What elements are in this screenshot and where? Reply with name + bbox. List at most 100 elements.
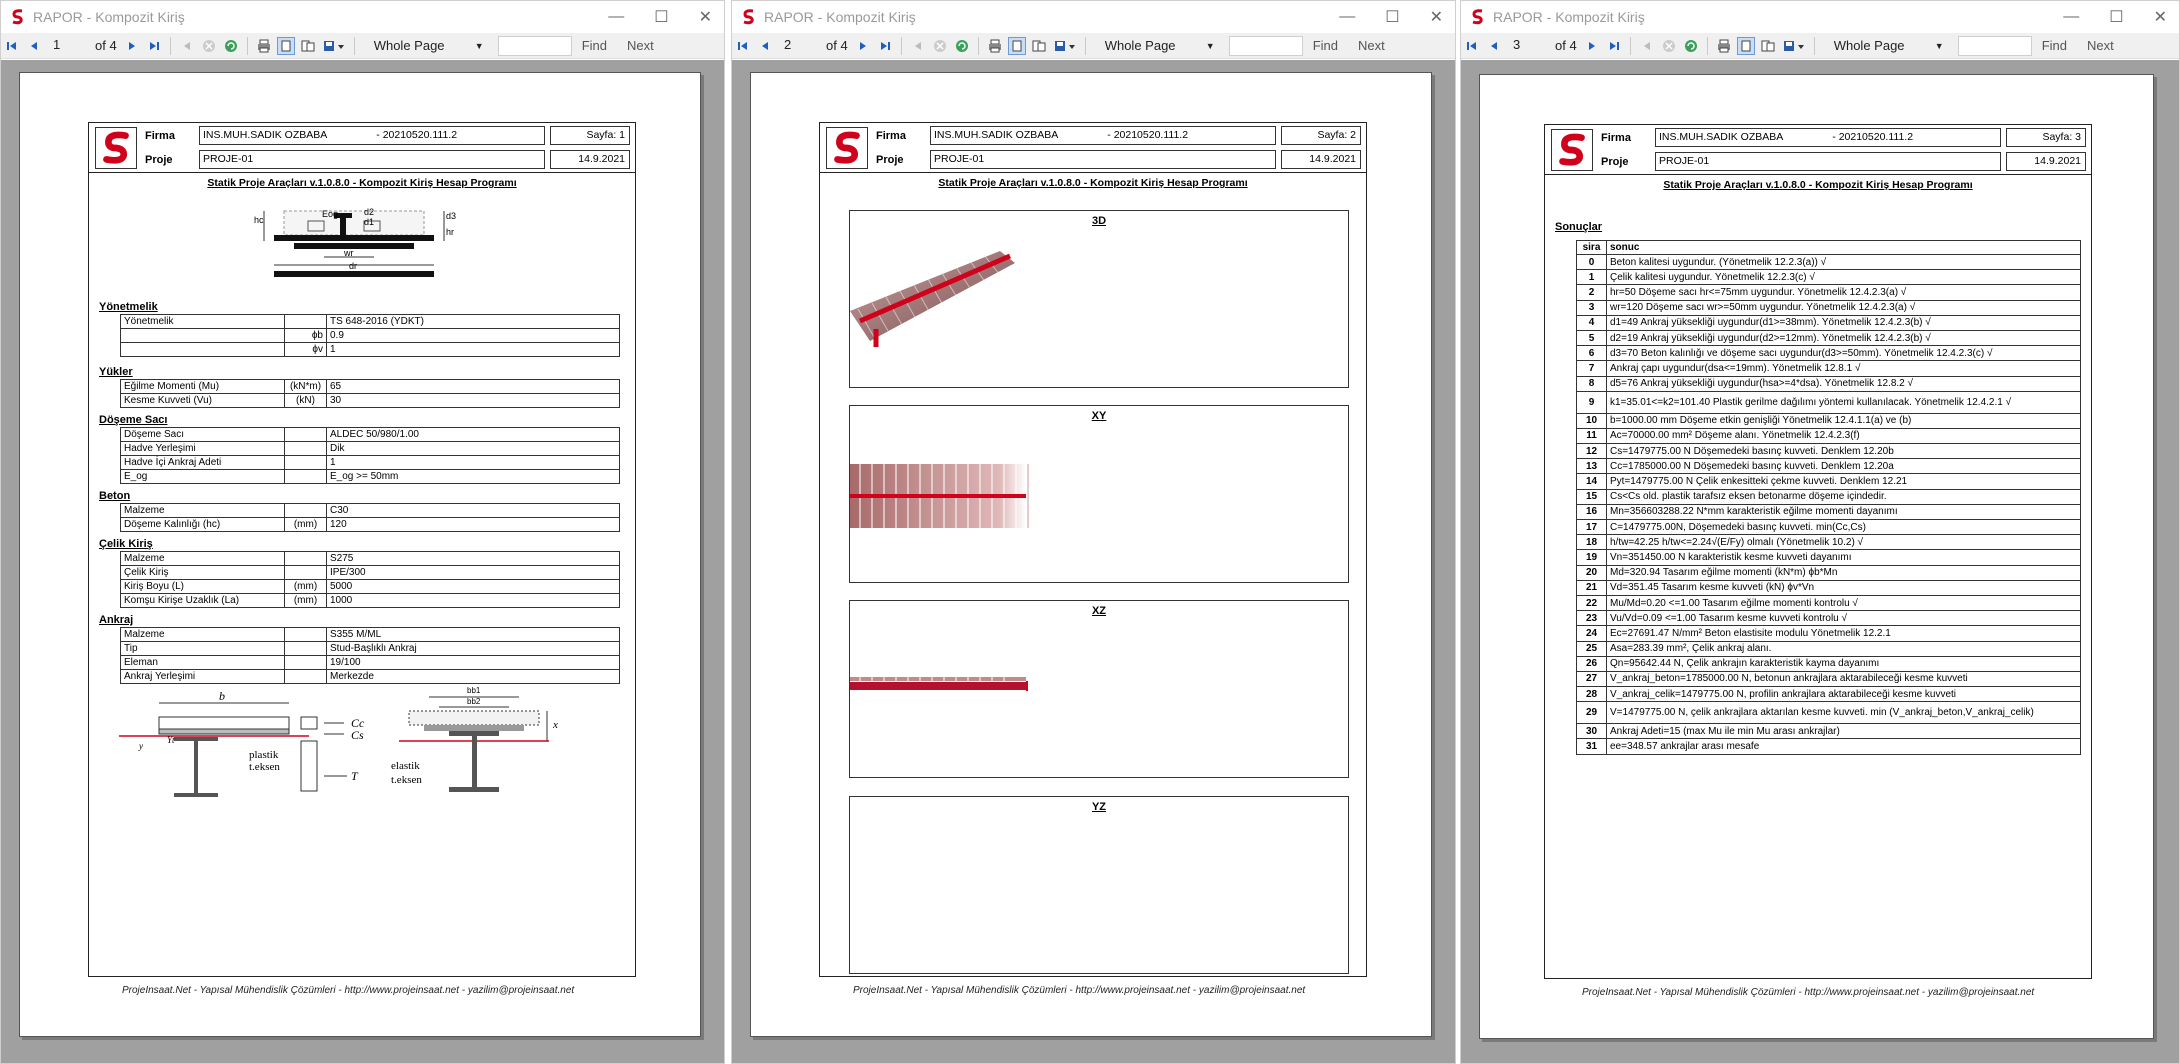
page-number-input[interactable]: 2 [784,37,816,55]
zoom-dropdown[interactable]: Whole Page ▼ [1830,36,1948,56]
param-row: Döşeme Sacı ALDEC 50/980/1.00 [120,427,620,442]
find-input[interactable] [1228,35,1303,56]
previous-page-icon[interactable] [756,37,774,55]
d3-label: d3 [446,211,456,221]
print-icon[interactable] [1715,37,1733,55]
param-name-cell: E_og [120,469,285,484]
zoom-dropdown[interactable]: Whole Page ▼ [1101,36,1219,56]
param-value-cell: S275 [326,551,620,566]
back-icon[interactable] [909,37,927,55]
param-value-cell: Stud-Başlıklı Ankraj [326,641,620,656]
print-icon[interactable] [255,37,273,55]
page-number-input[interactable]: 1 [53,37,85,55]
result-text-cell: Ankraj çapı uygundur(dsa<=19mm). Yönetme… [1606,360,2081,377]
last-page-icon[interactable] [1605,37,1623,55]
minimize-button[interactable]: — [608,8,624,26]
refresh-icon[interactable] [953,37,971,55]
close-button[interactable]: ✕ [2154,7,2167,27]
page-setup-icon[interactable] [1030,37,1048,55]
find-next-button[interactable]: Next [2087,38,2114,53]
param-row: ϕb 0.9 [120,328,620,343]
next-page-icon[interactable] [854,37,872,55]
find-next-button[interactable]: Next [627,38,654,53]
table-row: 18 h/tw=42.25 h/tw<=2.24√(E/Fy) olmalı (Y… [1576,534,2081,551]
param-value-cell: 5000 [326,579,620,594]
refresh-icon[interactable] [222,37,240,55]
find-button[interactable]: Find [582,38,607,53]
result-text-cell: Qn=95642.44 N, Çelik ankrajın karakteris… [1606,655,2081,672]
export-icon[interactable] [321,37,347,55]
first-page-icon[interactable] [3,37,21,55]
report-viewport[interactable]: Firma Proje INS.MUH.SADIK OZBABA - 20210… [732,60,1455,1063]
maximize-button[interactable]: ☐ [1385,7,1399,27]
app-logo-icon [1472,9,1483,25]
param-name-cell: Komşu Kirişe Uzaklık (La) [120,593,285,608]
param-name-cell: Malzeme [120,503,285,518]
table-row: 16 Mn=356603288.22 N*mm karakteristik eği… [1576,503,2081,521]
result-index-cell: 5 [1576,329,1607,347]
result-index-cell: 14 [1576,473,1607,490]
back-icon[interactable] [1638,37,1656,55]
param-name-cell: Yönetmelik [120,314,285,329]
stop-icon[interactable] [1660,37,1678,55]
maximize-button[interactable]: ☐ [2109,7,2123,27]
result-index-cell: 19 [1576,549,1607,566]
minimize-button[interactable]: — [2063,8,2079,26]
last-page-icon[interactable] [145,37,163,55]
find-button[interactable]: Find [1313,38,1338,53]
param-row: ϕv 1 [120,342,620,357]
table-row: 17 C=1479775.00N, Döşemedeki basınç kuvve… [1576,518,2081,536]
print-layout-icon[interactable] [1007,36,1026,55]
page-number-input[interactable]: 3 [1513,37,1545,55]
refresh-icon[interactable] [1682,37,1700,55]
next-page-icon[interactable] [1583,37,1601,55]
maximize-button[interactable]: ☐ [654,7,668,27]
close-button[interactable]: ✕ [1430,7,1443,27]
back-icon[interactable] [178,37,196,55]
firma-label: Firma [145,130,175,142]
company-logo-icon [1551,129,1593,171]
result-text-cell: k1=35.01<=k2=101.40 Plastik gerilme dağı… [1606,390,2081,414]
stop-icon[interactable] [200,37,218,55]
report-viewport[interactable]: Firma Proje INS.MUH.SADIK OZBABA - 20210… [1,60,724,1063]
print-layout-icon[interactable] [1736,36,1755,55]
table-row: 24 Ec=27691.47 N/mm² Beton elastisite mod… [1576,625,2081,642]
first-page-icon[interactable] [734,37,752,55]
previous-page-icon[interactable] [25,37,43,55]
param-name-cell: Ankraj Yerleşimi [120,669,285,684]
report-title: Statik Proje Araçları v.1.0.8.0 - Kompoz… [938,177,1248,189]
last-page-icon[interactable] [876,37,894,55]
view-yz-panel: YZ [849,796,1349,974]
table-row: 11 Ac=70000.00 mm² Döşeme alanı. Yönetmel… [1576,427,2081,445]
param-value-cell: Merkezde [326,669,620,684]
find-next-button[interactable]: Next [1358,38,1385,53]
plastik-label: plastik [249,749,279,761]
param-row: E_og E_og >= 50mm [120,469,620,484]
report-viewport[interactable]: Firma Proje INS.MUH.SADIK OZBABA - 20210… [1461,60,2179,1063]
first-page-icon[interactable] [1463,37,1481,55]
ankraj-table: Malzeme S355 M/ML Tip Stud-Başlıklı Ankraj E… [120,627,620,684]
proje-label: Proje [876,154,904,166]
print-layout-icon[interactable] [276,36,295,55]
page-setup-icon[interactable] [299,37,317,55]
page-setup-icon[interactable] [1759,37,1777,55]
result-text-cell: Vu/Vd=0.09 <=1.00 Tasarım kesme kuvveti … [1606,610,2081,627]
result-text-cell: Cc=1785000.00 N Döşemedeki basınç kuvvet… [1606,458,2081,475]
export-icon[interactable] [1052,37,1078,55]
param-row: Malzeme S355 M/ML [120,627,620,642]
print-icon[interactable] [986,37,1004,55]
table-row: 2 hr=50 Döşeme sacı hr<=75mm uygundur. Yö… [1576,284,2081,301]
zoom-dropdown[interactable]: Whole Page ▼ [370,36,488,56]
param-row: Yönetmelik TS 648-2016 (YDKT) [120,314,620,329]
export-icon[interactable] [1781,37,1807,55]
stop-icon[interactable] [931,37,949,55]
minimize-button[interactable]: — [1339,8,1355,26]
close-button[interactable]: ✕ [699,7,712,27]
find-button[interactable]: Find [2042,38,2067,53]
previous-page-icon[interactable] [1485,37,1503,55]
result-index-cell: 3 [1576,299,1607,316]
find-input[interactable] [1957,35,2032,56]
param-row: Kesme Kuvveti (Vu) (kN) 30 [120,393,620,408]
next-page-icon[interactable] [123,37,141,55]
find-input[interactable] [497,35,572,56]
